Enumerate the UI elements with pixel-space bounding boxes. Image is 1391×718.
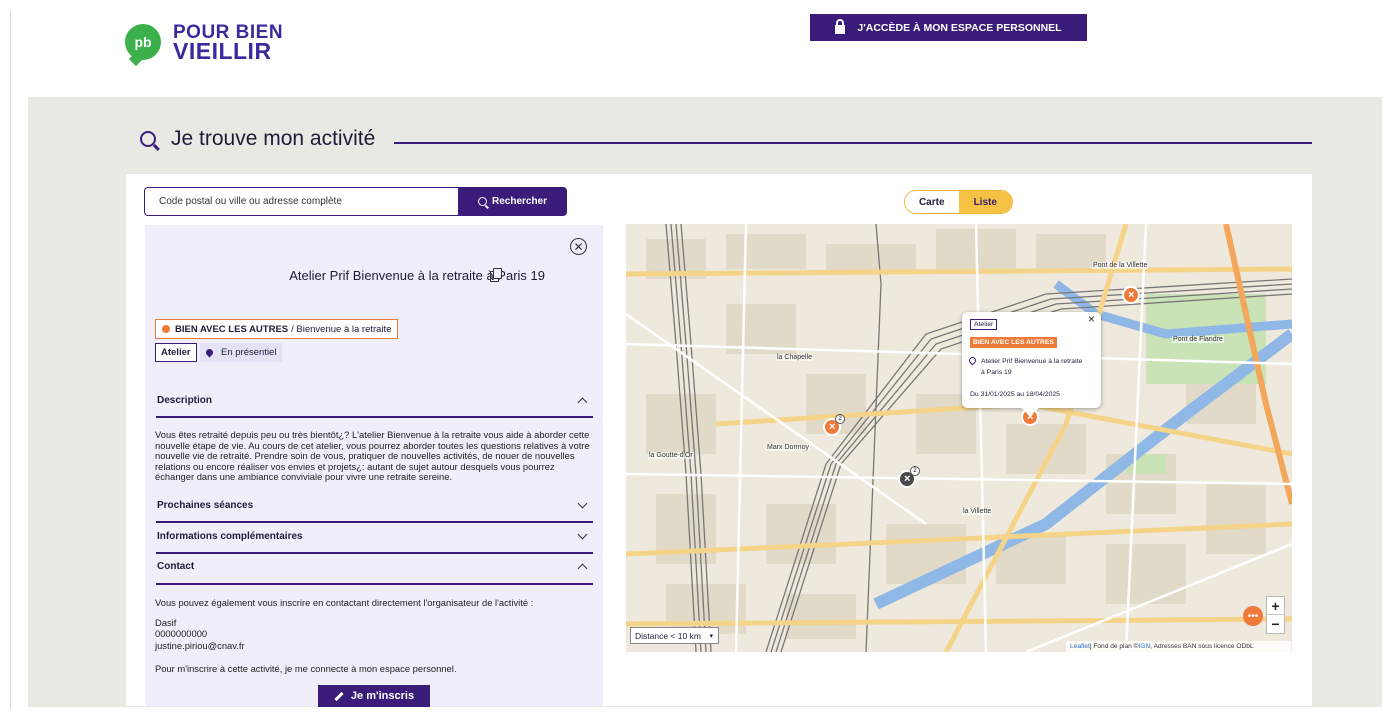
theme-tag: BIEN AVEC LES AUTRES / Bienvenue à la re…: [155, 319, 399, 339]
ign-link[interactable]: IGN: [1139, 643, 1151, 650]
popup-theme-tag: BIEN AVEC LES AUTRES: [970, 337, 1057, 348]
theme-label: BIEN AVEC LES AUTRES: [175, 323, 289, 335]
map-attribution: Leaflet | Fond de plan © IGN , Adresses …: [1066, 641, 1291, 652]
page: pb POUR BIEN VIEILLIR J'ACCÈDE À MON ESP…: [0, 0, 1391, 718]
chevron-up-icon: [577, 563, 588, 574]
map-zoom-control: + −: [1266, 596, 1285, 634]
distance-select[interactable]: Distance < 10 km ▾: [630, 627, 719, 644]
lock-icon: [835, 18, 846, 34]
search-button[interactable]: Rechercher: [458, 187, 567, 216]
accordion-more-info[interactable]: Informations complémentaires: [157, 529, 592, 542]
activity-type-tag: Atelier: [155, 343, 197, 362]
popup-title[interactable]: Atelier Prif Bienvenue à la retraite à P…: [981, 356, 1087, 378]
search-icon: [140, 131, 156, 147]
tab-list[interactable]: Liste: [958, 191, 1012, 213]
close-icon[interactable]: ✕: [570, 238, 587, 255]
accordion-description-label: Description: [157, 395, 213, 406]
attribution-text-end: , Adresses BAN sous licence ODbL: [1150, 643, 1254, 650]
logo-line-2: VIEILLIR: [173, 38, 272, 64]
contact-email[interactable]: justine.piriou@cnav.fr: [155, 640, 245, 652]
contact-intro: Vous pouvez également vous inscrire en c…: [155, 597, 534, 608]
search-button-label: Rechercher: [491, 196, 548, 207]
map-marker[interactable]: ×: [1122, 286, 1140, 304]
zoom-out-button[interactable]: −: [1267, 615, 1284, 633]
distance-select-value: Distance < 10 km: [635, 630, 701, 641]
popup-type-tag: Atelier: [970, 319, 998, 330]
activity-map[interactable]: la Chapelle la Goutte-d'Or Pont de Fland…: [626, 224, 1292, 652]
accordion-next-sessions[interactable]: Prochaines séances: [157, 498, 592, 511]
logo-text: POUR BIEN VIEILLIR: [173, 23, 283, 64]
copy-icon[interactable]: [490, 268, 502, 282]
personal-space-label: J'ACCÈDE À MON ESPACE PERSONNEL: [857, 21, 1062, 34]
cluster-count: 2: [910, 466, 920, 476]
map-label-marx-dormoy: Marx Dormoy: [766, 444, 811, 451]
accordion-more-info-label: Informations complémentaires: [157, 531, 303, 542]
location-pin-icon: [204, 347, 215, 358]
activity-mode-tag: En présentiel: [200, 343, 283, 362]
signup-button-label: Je m'inscris: [350, 690, 415, 702]
chevron-down-icon: [577, 498, 588, 509]
search-icon: [477, 197, 487, 206]
accordion-description[interactable]: Description: [157, 395, 592, 408]
subtheme-label: / Bienvenue à la retraite: [291, 323, 392, 335]
map-label-la-villette: la Villette: [962, 508, 993, 515]
signup-button[interactable]: Je m'inscris: [318, 685, 430, 707]
theme-dot-icon: [162, 325, 170, 333]
personal-space-button[interactable]: J'ACCÈDE À MON ESPACE PERSONNEL: [810, 14, 1087, 41]
accordion-divider: [156, 552, 593, 554]
site-logo[interactable]: pb POUR BIEN VIEILLIR: [125, 23, 283, 64]
accordion-contact-label: Contact: [157, 561, 195, 572]
more-options-icon[interactable]: •••: [1243, 606, 1263, 626]
logo-badge: pb: [125, 24, 161, 60]
chevron-down-icon: ▾: [709, 632, 713, 640]
map-tiles: [626, 224, 1292, 652]
activity-mode-label: En présentiel: [221, 347, 277, 358]
map-label-la-chapelle: la Chapelle: [776, 354, 814, 361]
location-pin-icon: [967, 355, 978, 366]
page-edge: [10, 12, 11, 708]
map-popup: × Atelier BIEN AVEC LES AUTRES Atelier P…: [962, 312, 1101, 408]
activity-title: Atelier Prif Bienvenue à la retraite à P…: [289, 268, 545, 283]
cluster-count: 2: [835, 414, 845, 424]
popup-close-icon[interactable]: ×: [1088, 312, 1095, 326]
view-toggle: Carte Liste: [904, 190, 1013, 214]
tab-map[interactable]: Carte: [905, 191, 959, 213]
page-title: Je trouve mon activité: [171, 127, 376, 150]
map-marker-cluster[interactable]: × 2: [898, 466, 920, 488]
contact-phone: 0000000000: [155, 628, 208, 639]
accordion-divider: [156, 583, 593, 585]
pencil-icon: [334, 691, 344, 701]
leaflet-link[interactable]: Leaflet: [1070, 643, 1090, 650]
page-title-row: Je trouve mon activité: [140, 127, 375, 151]
title-underline: [394, 142, 1312, 144]
accordion-divider: [156, 521, 593, 523]
signup-hint: Pour m'inscrire à cette activité, je me …: [155, 663, 457, 674]
popup-dates: Du 31/01/2025 au 18/04/2025: [970, 391, 1060, 398]
map-label-pont-flandre: Pont de Flandre: [1172, 336, 1224, 343]
accordion-next-sessions-label: Prochaines séances: [157, 500, 254, 511]
location-search-input[interactable]: Code postal ou ville ou adresse complète: [144, 187, 459, 216]
chevron-up-icon: [577, 397, 588, 408]
attribution-text: | Fond de plan ©: [1089, 643, 1139, 650]
map-marker-cluster[interactable]: × 2: [823, 414, 845, 436]
description-text: Vous êtes retraité depuis peu ou très bi…: [155, 429, 590, 483]
contact-name: Dasif: [155, 617, 177, 628]
accordion-contact[interactable]: Contact: [157, 561, 592, 574]
chevron-down-icon: [577, 529, 588, 540]
zoom-in-button[interactable]: +: [1267, 597, 1284, 616]
accordion-divider: [156, 416, 593, 418]
map-label-pont-villette: Pont de la Villette: [1092, 262, 1149, 269]
map-label-goutte-dor: la Goutte-d'Or: [648, 452, 694, 459]
